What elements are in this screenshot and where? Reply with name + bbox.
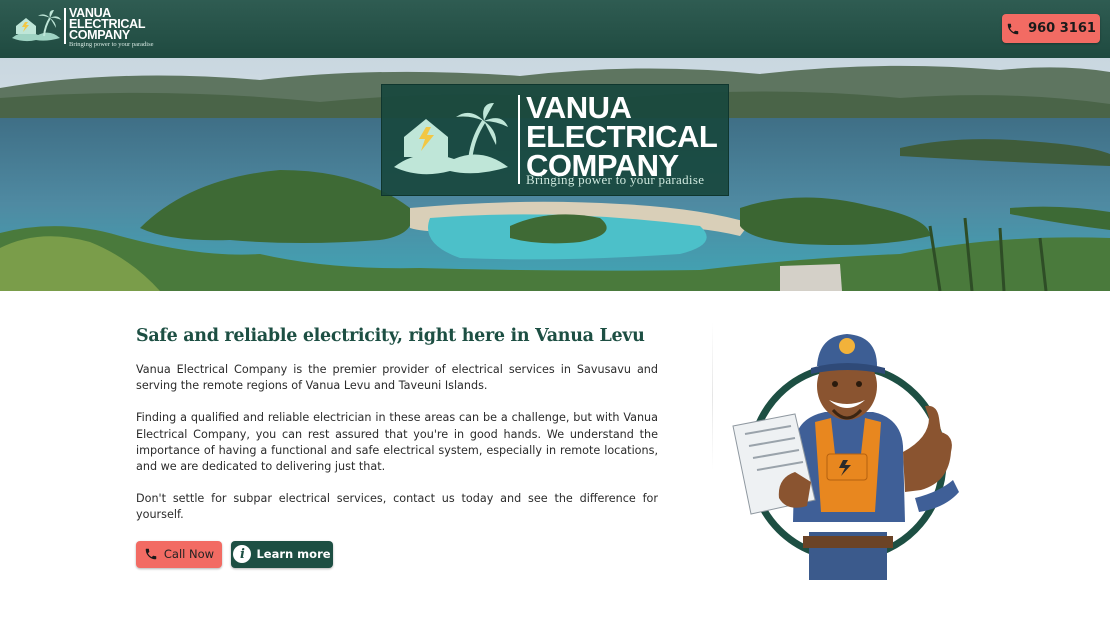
info-icon: i bbox=[233, 545, 252, 564]
intro-paragraph-1: Vanua Electrical Company is the premier … bbox=[136, 363, 658, 393]
logo-line3: COMPANY bbox=[69, 28, 130, 42]
house-palm-logo-icon bbox=[394, 103, 508, 175]
call-now-label: Call Now bbox=[163, 547, 215, 562]
learn-more-label: Learn more bbox=[256, 547, 331, 562]
header-phone-button[interactable]: 960 3161 bbox=[1002, 14, 1100, 43]
hero-logo-line1: VANUA bbox=[526, 90, 632, 125]
intro-paragraph-2: Finding a qualified and reliable electri… bbox=[136, 411, 658, 474]
logo-tagline: Bringing power to your paradise bbox=[69, 41, 154, 48]
phone-icon bbox=[1007, 23, 1019, 34]
learn-more-button[interactable]: i Learn more bbox=[231, 540, 333, 568]
page-headline: Safe and reliable electricity, right her… bbox=[136, 326, 645, 346]
logo-wordmark: VANUA ELECTRICAL COMPANY Bringing power … bbox=[69, 7, 154, 49]
hero-logo-line2: ELECTRICAL bbox=[526, 119, 718, 154]
electrician-mascot-image bbox=[732, 334, 959, 580]
intro-paragraph-3: Don't settle for subpar electrical servi… bbox=[136, 492, 658, 522]
hero-logo: VANUA ELECTRICAL COMPANY Bringing power … bbox=[381, 84, 729, 196]
header-phone-number: 960 3161 bbox=[1028, 21, 1096, 36]
header-logo[interactable]: VANUA ELECTRICAL COMPANY Bringing power … bbox=[10, 7, 154, 49]
hero-logo-wordmark: VANUA ELECTRICAL COMPANY bbox=[526, 90, 718, 181]
cta-buttons: Call Now i Learn more bbox=[136, 540, 658, 568]
logo-divider bbox=[64, 8, 66, 44]
call-now-button[interactable]: Call Now bbox=[136, 540, 222, 568]
hero-logo-divider bbox=[518, 95, 520, 184]
hero-logo-tagline: Bringing power to your paradise bbox=[526, 172, 705, 187]
section-divider bbox=[712, 322, 713, 470]
house-palm-logo-icon bbox=[12, 10, 61, 42]
intro-section: Safe and reliable electricity, right her… bbox=[136, 326, 658, 568]
phone-icon bbox=[145, 548, 157, 560]
site-header: VANUA ELECTRICAL COMPANY Bringing power … bbox=[0, 0, 1110, 58]
